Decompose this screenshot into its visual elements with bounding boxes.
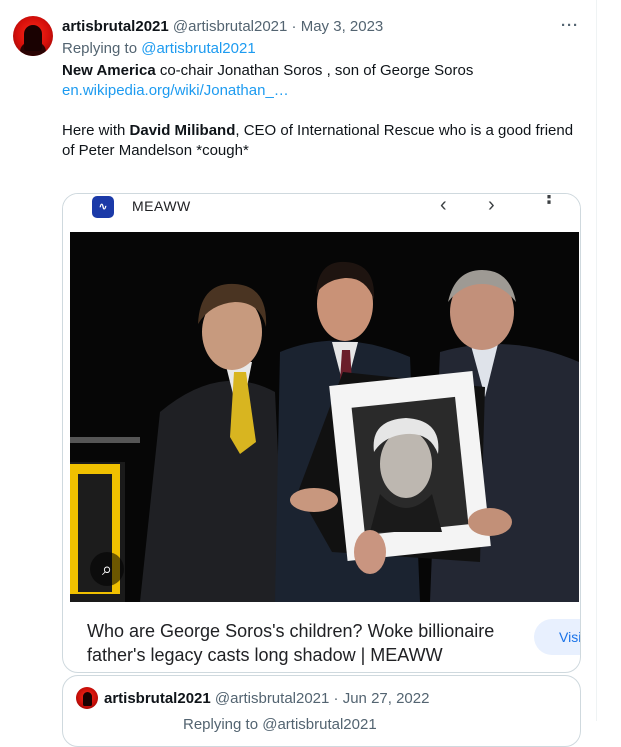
link-preview-card[interactable]: ∿ MEAWW ‹ › ⋮ ⌕ Who are George Soros's c… (62, 193, 581, 673)
separator: · (291, 18, 297, 35)
quoted-avatar[interactable] (76, 687, 98, 709)
more-options-icon[interactable]: ··· (561, 17, 579, 34)
photo-illustration (70, 232, 579, 602)
quoted-date[interactable]: Jun 27, 2022 (343, 690, 430, 707)
quoted-separator: · (333, 690, 339, 707)
quoted-reply-line: Replying to @artisbrutal2021 (183, 716, 377, 733)
quoted-tweet[interactable]: artisbrutal2021 @artisbrutal2021 · Jun 2… (62, 675, 581, 747)
replying-to-handle[interactable]: @artisbrutal2021 (141, 40, 255, 57)
lens-search-icon[interactable]: ⌕ (90, 552, 124, 586)
tweet-text: New America co-chair Jonathan Soros , so… (62, 61, 582, 161)
tweet-header: artisbrutal2021 @artisbrutal2021 · May 3… (62, 17, 383, 37)
person-mention: David Miliband (129, 122, 236, 139)
display-name[interactable]: artisbrutal2021 (62, 18, 169, 35)
tweet-date[interactable]: May 3, 2023 (301, 18, 384, 35)
user-handle[interactable]: @artisbrutal2021 (173, 18, 287, 35)
quoted-header: artisbrutal2021 @artisbrutal2021 · Jun 2… (104, 689, 429, 709)
avatar[interactable] (13, 16, 53, 56)
meaww-logo-icon: ∿ (92, 196, 114, 218)
replying-prefix: Replying to (62, 40, 142, 57)
kebab-menu-icon[interactable]: ⋮ (540, 194, 558, 206)
line1-text: co-chair Jonathan Soros , son of George … (155, 62, 474, 79)
line3-prefix: Here with (62, 122, 130, 139)
article-title[interactable]: Who are George Soros's children? Woke bi… (87, 619, 517, 667)
image-viewer-toolbar: ∿ MEAWW ‹ › ⋮ (63, 194, 580, 232)
chevron-left-icon[interactable]: ‹ (440, 194, 447, 217)
timeline-border (596, 0, 597, 721)
org-mention: New America (62, 62, 156, 79)
chevron-right-icon[interactable]: › (488, 194, 495, 217)
replying-to: Replying to @artisbrutal2021 (62, 39, 256, 59)
site-name: MEAWW (132, 198, 191, 214)
quoted-handle[interactable]: @artisbrutal2021 (215, 690, 329, 707)
wiki-link[interactable]: en.wikipedia.org/wiki/Jonathan_… (62, 82, 289, 99)
article-photo[interactable]: ⌕ (70, 232, 579, 602)
quoted-display-name[interactable]: artisbrutal2021 (104, 690, 211, 707)
visit-button[interactable]: Visit (534, 619, 580, 655)
